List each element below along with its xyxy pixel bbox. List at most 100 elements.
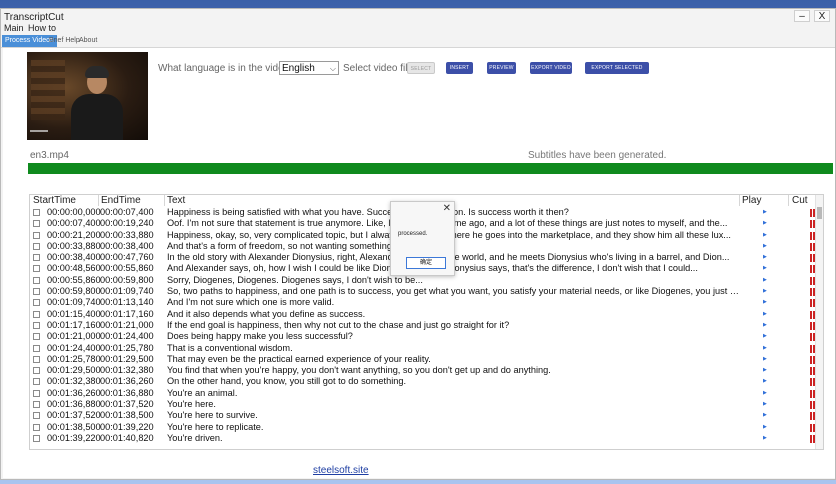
row-checkbox[interactable]: [33, 288, 40, 296]
play-icon[interactable]: ▶: [763, 433, 767, 444]
row-checkbox[interactable]: [33, 389, 40, 397]
play-icon[interactable]: ▶: [763, 376, 767, 387]
close-icon[interactable]: ✕: [443, 203, 451, 214]
row-checkbox[interactable]: [33, 355, 40, 363]
row-text: Does being happy make you less successfu…: [167, 331, 353, 342]
table-row[interactable]: 00:01:39,220 00:01:40,820 You're driven. ▶: [30, 433, 823, 444]
export-video-button[interactable]: EXPORT VIDEO: [530, 62, 572, 74]
row-start-time: 00:00:48,560: [47, 263, 101, 274]
table-row[interactable]: 00:01:36,260 00:01:36,880 You're an animal…: [30, 388, 823, 399]
header-text[interactable]: Text: [164, 195, 185, 206]
row-checkbox[interactable]: [33, 412, 40, 420]
row-checkbox[interactable]: [33, 333, 40, 341]
row-checkbox[interactable]: [33, 434, 40, 442]
table-row[interactable]: 00:01:15,400 00:01:17,160 And it also depe…: [30, 309, 823, 320]
row-start-time: 00:01:29,500: [47, 365, 101, 376]
close-button[interactable]: X: [814, 10, 830, 22]
row-text: And it also depends what you define as s…: [167, 308, 366, 319]
row-end-time: 00:01:32,380: [100, 365, 154, 376]
table-scrollbar[interactable]: [815, 195, 823, 449]
header-end-time[interactable]: EndTime: [98, 195, 141, 206]
row-checkbox[interactable]: [33, 242, 40, 250]
language-select[interactable]: English ⌵: [279, 61, 339, 75]
play-icon[interactable]: ▶: [763, 365, 767, 376]
row-checkbox[interactable]: [33, 299, 40, 307]
row-checkbox[interactable]: [33, 344, 40, 352]
row-checkbox[interactable]: [33, 321, 40, 329]
row-checkbox[interactable]: [33, 220, 40, 228]
row-checkbox[interactable]: [33, 209, 40, 216]
row-checkbox[interactable]: [33, 231, 40, 239]
row-end-time: 00:01:25,780: [100, 342, 154, 353]
play-icon[interactable]: ▶: [763, 354, 767, 365]
preview-button[interactable]: PREVIEW: [487, 62, 516, 74]
table-row[interactable]: 00:01:09,740 00:01:13,140 And I'm not sure…: [30, 297, 823, 308]
ok-button[interactable]: 确定: [406, 257, 446, 269]
row-checkbox[interactable]: [33, 265, 40, 273]
play-icon[interactable]: ▶: [763, 207, 767, 218]
play-icon[interactable]: ▶: [763, 422, 767, 433]
row-start-time: 00:01:09,740: [47, 297, 101, 308]
row-checkbox[interactable]: [33, 310, 40, 318]
play-icon[interactable]: ▶: [763, 388, 767, 399]
table-row[interactable]: 00:01:29,500 00:01:32,380 You find that wh…: [30, 365, 823, 376]
play-icon[interactable]: ▶: [763, 410, 767, 421]
select-button[interactable]: SELECT: [407, 62, 435, 74]
scrollbar-thumb[interactable]: [817, 207, 822, 219]
row-end-time: 00:01:17,160: [100, 308, 154, 319]
insert-button[interactable]: INSERT: [446, 62, 473, 74]
table-row[interactable]: 00:01:24,400 00:01:25,780 That is a conven…: [30, 343, 823, 354]
tab-about[interactable]: About: [76, 35, 100, 47]
row-checkbox[interactable]: [33, 378, 40, 386]
row-end-time: 00:01:29,500: [100, 353, 154, 364]
play-icon[interactable]: ▶: [763, 297, 767, 308]
table-row[interactable]: 00:01:21,000 00:01:24,400 Does being happy…: [30, 331, 823, 342]
header-play[interactable]: Play: [739, 195, 761, 206]
play-icon[interactable]: ▶: [763, 218, 767, 229]
menu-main[interactable]: Main: [4, 23, 24, 33]
progress-bar: [28, 163, 833, 174]
play-icon[interactable]: ▶: [763, 230, 767, 241]
play-icon[interactable]: ▶: [763, 252, 767, 263]
table-row[interactable]: 00:01:38,500 00:01:39,220 You're here to r…: [30, 422, 823, 433]
play-icon[interactable]: ▶: [763, 331, 767, 342]
table-row[interactable]: 00:00:59,800 00:01:09,740 So, two paths to…: [30, 286, 823, 297]
play-icon[interactable]: ▶: [763, 309, 767, 320]
header-start-time[interactable]: StartTime: [33, 195, 76, 206]
row-checkbox[interactable]: [33, 367, 40, 375]
dialog-message: processed.: [398, 231, 428, 237]
row-end-time: 00:00:19,240: [100, 218, 154, 229]
row-start-time: 00:00:00,000: [47, 207, 101, 217]
play-icon[interactable]: ▶: [763, 275, 767, 286]
language-question: What language is in the video?: [158, 63, 295, 74]
row-start-time: 00:01:21,000: [47, 331, 101, 342]
row-start-time: 00:00:59,800: [47, 286, 101, 297]
row-text: That is a conventional wisdom.: [167, 342, 293, 353]
row-end-time: 00:01:36,260: [100, 376, 154, 387]
row-checkbox[interactable]: [33, 401, 40, 409]
export-selected-clips-button[interactable]: EXPORT SELECTED CLIPS: [585, 62, 649, 83]
table-row[interactable]: 00:01:17,160 00:01:21,000 If the end goal …: [30, 320, 823, 331]
play-icon[interactable]: ▶: [763, 241, 767, 252]
table-row[interactable]: 00:01:25,780 00:01:29,500 That may even be…: [30, 354, 823, 365]
play-icon[interactable]: ▶: [763, 343, 767, 354]
row-text: On the other hand, you know, you still g…: [167, 376, 407, 387]
footer-link[interactable]: steelsoft.site: [313, 465, 369, 476]
table-row[interactable]: 00:01:37,520 00:01:38,500 You're here to s…: [30, 410, 823, 421]
menu-bar: Main How to: [1, 23, 835, 35]
play-icon[interactable]: ▶: [763, 320, 767, 331]
row-checkbox[interactable]: [33, 423, 40, 431]
play-icon[interactable]: ▶: [763, 263, 767, 274]
header-cut[interactable]: Cut: [788, 195, 808, 206]
status-message: Subtitles have been generated.: [528, 150, 667, 161]
play-icon[interactable]: ▶: [763, 286, 767, 297]
table-row[interactable]: 00:01:32,380 00:01:36,260 On the other han…: [30, 376, 823, 387]
table-row[interactable]: 00:00:55,860 00:00:59,800 Sorry, Diogenes,…: [30, 275, 823, 286]
minimize-button[interactable]: –: [794, 10, 810, 22]
video-thumbnail[interactable]: [27, 52, 148, 140]
table-row[interactable]: 00:01:36,880 00:01:37,520 You're here. ▶: [30, 399, 823, 410]
row-checkbox[interactable]: [33, 254, 40, 262]
play-icon[interactable]: ▶: [763, 399, 767, 410]
menu-how-to[interactable]: How to: [28, 23, 56, 33]
row-checkbox[interactable]: [33, 276, 40, 284]
